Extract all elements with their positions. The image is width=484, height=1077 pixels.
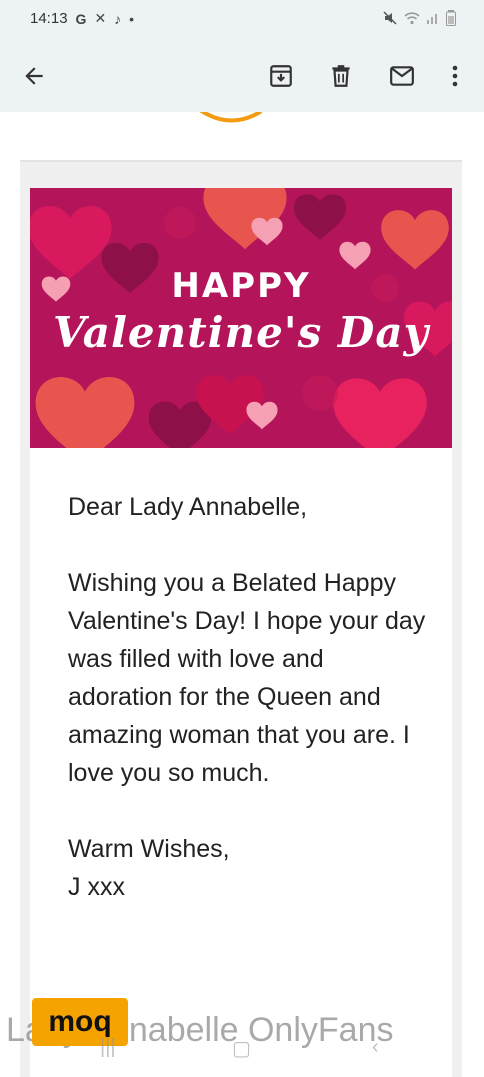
home-nav-icon[interactable]: ▢ xyxy=(232,1036,251,1061)
delete-icon xyxy=(332,65,350,87)
back-button[interactable] xyxy=(16,58,52,94)
more-vert-icon xyxy=(452,65,458,87)
battery-icon xyxy=(446,10,456,29)
email-signature: J xxx xyxy=(68,873,125,901)
tiktok-icon: ♪ xyxy=(114,10,122,27)
banner-happy-text: HAPPY xyxy=(171,266,311,306)
email-greeting: Dear Lady Annabelle, xyxy=(68,493,308,521)
more-options-button[interactable] xyxy=(437,58,473,94)
status-bar: 14:13 G ✕ ♪ • xyxy=(0,0,484,40)
valentine-banner: HAPPY Valentine's Day xyxy=(30,188,452,448)
status-time: 14:13 xyxy=(30,10,68,27)
status-right xyxy=(382,10,456,29)
email-message: Dear Lady Annabelle, Wishing you a Belat… xyxy=(68,488,428,906)
delete-button[interactable] xyxy=(323,58,359,94)
mark-unread-icon xyxy=(390,66,414,86)
email-signoff: Warm Wishes, xyxy=(68,835,230,863)
back-nav-icon[interactable]: ‹ xyxy=(372,1036,379,1059)
back-arrow-icon xyxy=(25,67,43,85)
mute-icon xyxy=(382,10,398,29)
email-card: HAPPY Valentine's Day Dear Lady Annabell… xyxy=(30,188,452,1077)
google-icon: G xyxy=(75,10,87,27)
recents-nav-icon[interactable]: ||| xyxy=(100,1036,116,1059)
wifi-icon xyxy=(404,11,420,28)
email-content: HAPPY Valentine's Day Dear Lady Annabell… xyxy=(0,112,484,1077)
archive-button[interactable] xyxy=(263,58,299,94)
missed-call-icon: ✕ xyxy=(94,10,107,26)
status-left: 14:13 G ✕ ♪ • xyxy=(30,10,134,27)
email-body: Wishing you a Belated Happy Valentine's … xyxy=(68,569,426,787)
mark-unread-button[interactable] xyxy=(384,58,420,94)
email-toolbar xyxy=(0,40,484,112)
amazon-smile-logo xyxy=(199,112,262,123)
banner-valentine-text: Valentine's Day xyxy=(53,308,429,357)
dot-icon: • xyxy=(129,10,135,27)
signal-icon xyxy=(426,11,440,28)
email-frame: HAPPY Valentine's Day Dear Lady Annabell… xyxy=(20,160,462,1077)
archive-icon xyxy=(270,65,292,87)
